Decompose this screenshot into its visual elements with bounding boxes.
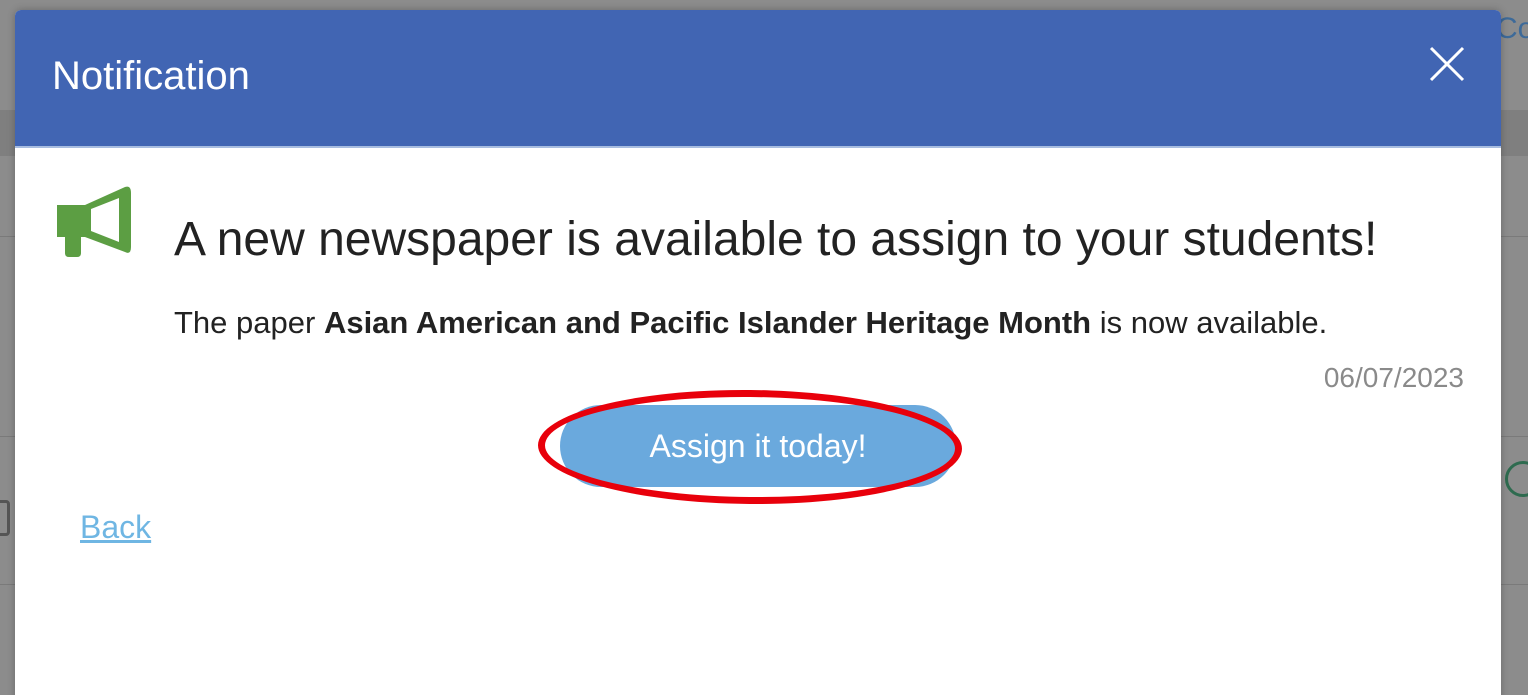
notification-modal: Notification A new newspaper is availabl…: [15, 10, 1501, 695]
notification-message: The paper Asian American and Pacific Isl…: [174, 302, 1327, 344]
megaphone-icon: [57, 186, 131, 257]
notification-date: 06/07/2023: [1323, 362, 1464, 393]
close-button[interactable]: [1425, 42, 1469, 86]
paper-name: Asian American and Pacific Islander Heri…: [323, 305, 1092, 340]
notification-headline: A new newspaper is available to assign t…: [174, 213, 1378, 266]
close-icon: [1429, 46, 1465, 82]
message-prefix: The paper: [174, 305, 324, 340]
message-suffix: is now available.: [1091, 305, 1328, 340]
modal-header: Notification: [15, 10, 1501, 148]
background-heart-icon: [1505, 461, 1528, 497]
back-link[interactable]: Back: [80, 505, 151, 549]
modal-title: Notification: [52, 54, 250, 98]
assign-it-today-button[interactable]: Assign it today!: [560, 405, 956, 487]
background-checkbox: [0, 500, 10, 536]
